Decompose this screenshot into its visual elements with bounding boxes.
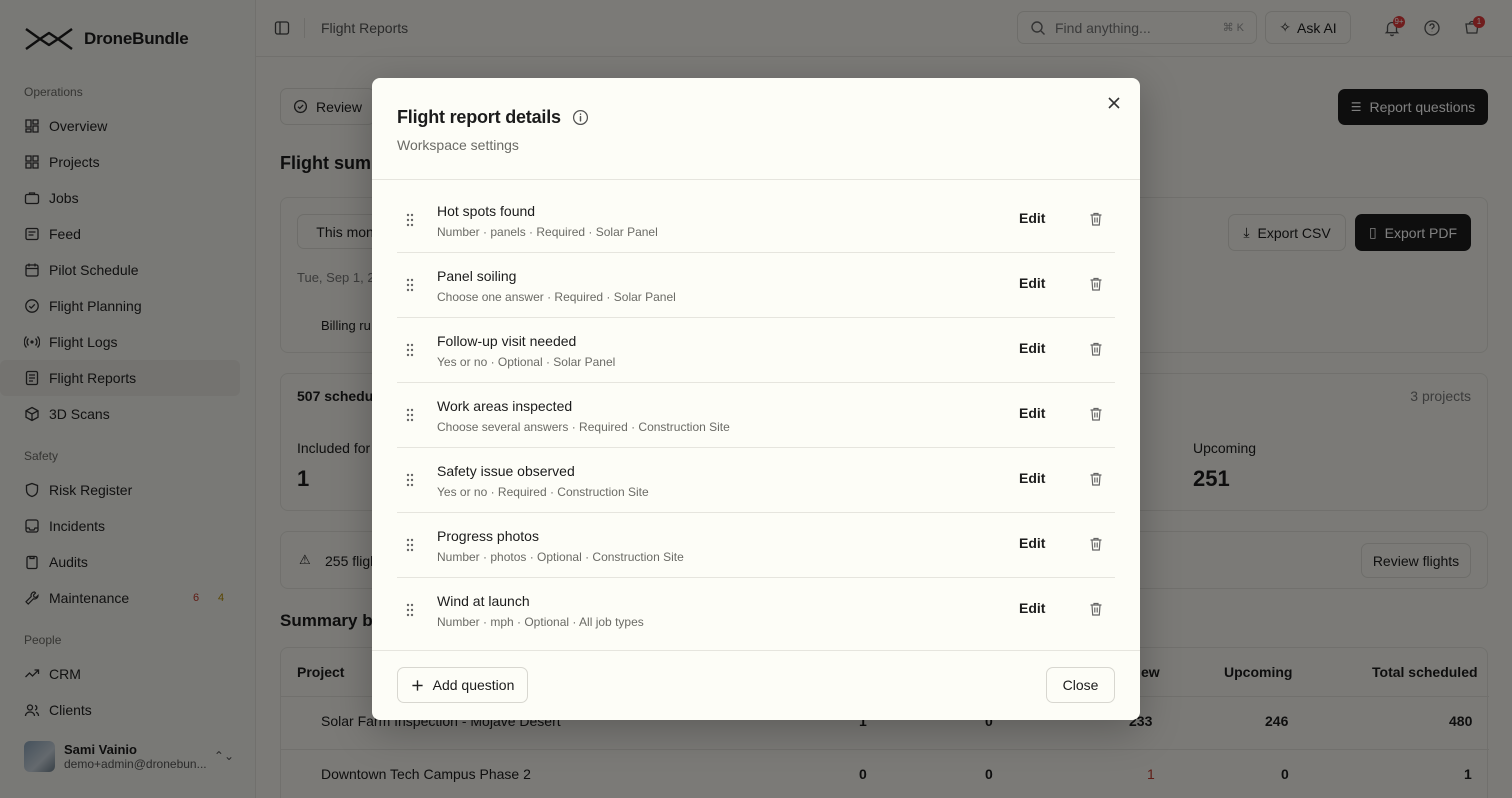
question-meta: Yes or no · Required · Construction Site [437,485,649,499]
question-title: Hot spots found [437,203,536,219]
question-title: Work areas inspected [437,398,573,414]
question-row-panel-soiling: Panel soiling Choose one answer · Requir… [397,253,1115,318]
drag-handle-icon[interactable] [406,603,414,617]
close-icon[interactable] [1107,96,1121,110]
question-row-follow-up-visit-needed: Follow-up visit needed Yes or no · Optio… [397,318,1115,383]
question-title: Follow-up visit needed [437,333,577,349]
drag-handle-icon[interactable] [406,473,414,487]
edit-button[interactable]: Edit [1019,340,1045,356]
edit-button[interactable]: Edit [1019,275,1045,291]
question-meta: Number · mph · Optional · All job types [437,615,644,629]
info-icon[interactable] [572,109,589,126]
question-meta: Choose one answer · Required · Solar Pan… [437,290,676,304]
question-row-wind-at-launch: Wind at launch Number · mph · Optional ·… [397,578,1115,643]
trash-icon[interactable] [1088,471,1104,487]
question-title: Panel soiling [437,268,517,284]
question-title: Safety issue observed [437,463,575,479]
question-meta: Number · photos · Optional · Constructio… [437,550,684,564]
question-row-safety-issue-observed: Safety issue observed Yes or no · Requir… [397,448,1115,513]
edit-button[interactable]: Edit [1019,405,1045,421]
trash-icon[interactable] [1088,276,1104,292]
edit-button[interactable]: Edit [1019,535,1045,551]
divider [372,650,1140,651]
drag-handle-icon[interactable] [406,213,414,227]
trash-icon[interactable] [1088,406,1104,422]
dialog-title: Flight report details [397,107,589,128]
dialog-subtitle: Workspace settings [397,137,519,153]
edit-button[interactable]: Edit [1019,600,1045,616]
divider [372,179,1140,180]
edit-button[interactable]: Edit [1019,470,1045,486]
drag-handle-icon[interactable] [406,278,414,292]
plus-icon [412,679,423,691]
drag-handle-icon[interactable] [406,343,414,357]
edit-button[interactable]: Edit [1019,210,1045,226]
trash-icon[interactable] [1088,536,1104,552]
question-title: Progress photos [437,528,539,544]
flight-report-details-dialog: Flight report details Workspace settings… [372,78,1140,720]
question-row-hot-spots-found: Hot spots found Number · panels · Requir… [397,188,1115,253]
question-title: Wind at launch [437,593,530,609]
drag-handle-icon[interactable] [406,408,414,422]
trash-icon[interactable] [1088,211,1104,227]
question-meta: Choose several answers · Required · Cons… [437,420,730,434]
trash-icon[interactable] [1088,601,1104,617]
drag-handle-icon[interactable] [406,538,414,552]
close-button[interactable]: Close [1046,667,1115,703]
question-list: Hot spots found Number · panels · Requir… [397,188,1115,643]
question-row-work-areas-inspected: Work areas inspected Choose several answ… [397,383,1115,448]
question-meta: Number · panels · Required · Solar Panel [437,225,658,239]
trash-icon[interactable] [1088,341,1104,357]
question-row-progress-photos: Progress photos Number · photos · Option… [397,513,1115,578]
question-meta: Yes or no · Optional · Solar Panel [437,355,616,369]
add-question-button[interactable]: Add question [397,667,528,703]
